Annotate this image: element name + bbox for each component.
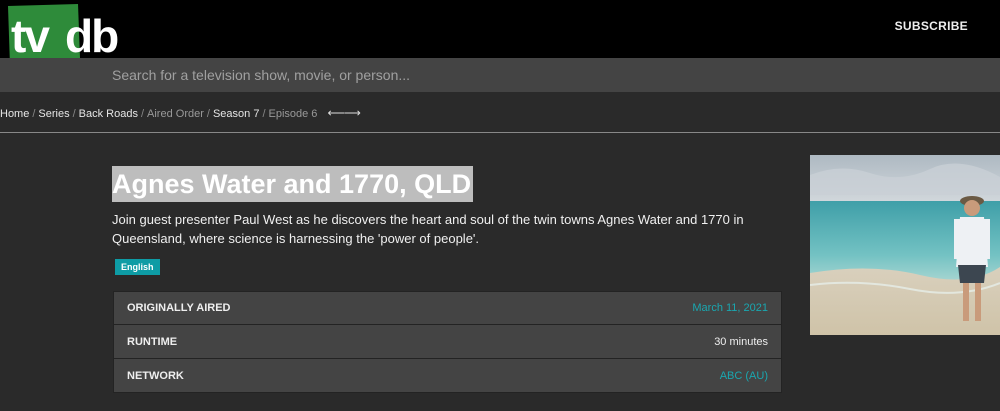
- breadcrumb-separator: /: [72, 108, 76, 120]
- episode-title-container: Agnes Water and 1770, QLD: [112, 166, 474, 202]
- svg-text:db: db: [65, 10, 118, 62]
- search-input[interactable]: [112, 58, 812, 92]
- search-bar: [0, 58, 1000, 92]
- breadcrumb-home[interactable]: Home: [0, 108, 29, 120]
- breadcrumb: Home / Series / Back Roads / Aired Order / Seaso…: [0, 106, 361, 120]
- breadcrumb-separator: /: [262, 108, 266, 120]
- breadcrumb-season[interactable]: Season 7: [213, 108, 259, 120]
- top-navigation-bar: tv db SUBSCRIBE: [0, 0, 1000, 66]
- info-label: ORIGINALLY AIRED: [127, 302, 231, 314]
- breadcrumb-episode: Episode 6: [268, 108, 318, 120]
- language-badge[interactable]: English: [115, 259, 160, 275]
- breadcrumb-separator: /: [140, 108, 145, 120]
- info-label: NETWORK: [127, 369, 184, 382]
- breadcrumb-series[interactable]: Series: [38, 108, 69, 120]
- info-row-runtime: RUNTIME 30 minutes: [113, 325, 782, 359]
- aired-date-link[interactable]: March 11, 2021: [692, 302, 768, 314]
- episode-description: Join guest presenter Paul West as he dis…: [112, 212, 744, 246]
- breadcrumb-separator: /: [206, 108, 210, 120]
- breadcrumb-bar: Home / Series / Back Roads / Aired Order / Seaso…: [0, 92, 1000, 133]
- info-row-aired: ORIGINALLY AIRED March 11, 2021: [113, 291, 782, 325]
- network-link[interactable]: ABC (AU): [720, 370, 768, 382]
- episode-image[interactable]: [810, 155, 1000, 335]
- episode-info-table: ORIGINALLY AIRED March 11, 2021 RUNTIME …: [113, 291, 782, 393]
- prev-next-arrows-icon[interactable]: ⟵⟶: [327, 106, 360, 120]
- runtime-value: 30 minutes: [714, 335, 768, 348]
- subscribe-link[interactable]: SUBSCRIBE: [895, 19, 968, 33]
- tvdb-logo[interactable]: tv db: [4, 4, 132, 66]
- info-label: RUNTIME: [127, 335, 178, 348]
- episode-title: Agnes Water and 1770, QLD: [112, 166, 474, 202]
- breadcrumb-separator: /: [32, 108, 36, 120]
- breadcrumb-show[interactable]: Back Roads: [79, 108, 138, 120]
- breadcrumb-order: Aired Order: [147, 108, 204, 120]
- svg-text:tv: tv: [11, 10, 50, 62]
- info-row-network: NETWORK ABC (AU): [113, 359, 782, 393]
